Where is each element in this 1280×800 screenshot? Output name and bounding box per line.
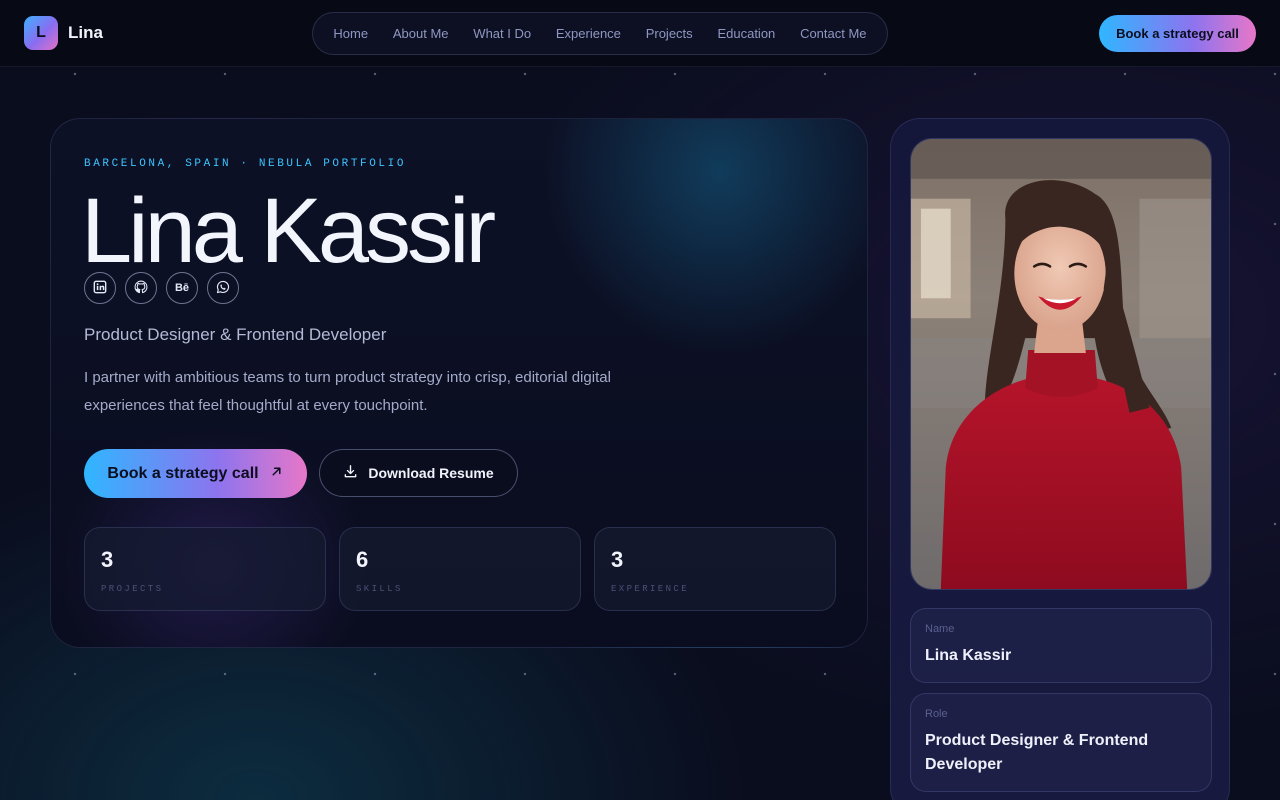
stat-card-skills: 6 SKILLS	[339, 527, 581, 611]
hero-name: Lina Kassir	[81, 180, 496, 282]
profile-role-value: Product Designer & Frontend Developer	[925, 732, 1149, 773]
stat-value: 3	[611, 547, 624, 572]
social-links: Bē	[84, 272, 239, 304]
book-strategy-call-button[interactable]: Book a strategy call	[84, 449, 307, 498]
profile-role-label: Role	[925, 708, 948, 720]
whatsapp-icon	[216, 280, 230, 297]
github-link[interactable]	[125, 272, 157, 304]
nav-link-education[interactable]: Education	[713, 20, 779, 47]
nav-link-what-i-do[interactable]: What I Do	[469, 20, 535, 47]
download-resume-label: Download Resume	[368, 465, 494, 481]
profile-name-card: Name Lina Kassir	[910, 608, 1212, 683]
whatsapp-link[interactable]	[207, 272, 239, 304]
linkedin-icon	[93, 280, 107, 297]
stat-value: 3	[101, 547, 114, 572]
behance-icon: Bē	[174, 282, 190, 294]
hero-role: Product Designer & Frontend Developer	[84, 325, 387, 344]
brand[interactable]: L Lina	[24, 16, 103, 50]
profile-name-label: Name	[925, 623, 955, 635]
hero-card: BARCELONA, SPAIN · NEBULA PORTFOLIO Lina…	[50, 118, 868, 648]
brand-logo: L	[24, 16, 58, 50]
arrow-up-right-icon	[269, 464, 284, 484]
hero-eyebrow: BARCELONA, SPAIN · NEBULA PORTFOLIO	[84, 158, 407, 170]
profile-photo	[910, 138, 1212, 590]
profile-role-card: Role Product Designer & Frontend Develop…	[910, 693, 1212, 792]
nav-links: Home About Me What I Do Experience Proje…	[312, 12, 888, 55]
book-strategy-call-label: Book a strategy call	[107, 464, 259, 482]
nav-link-about-me[interactable]: About Me	[389, 20, 453, 47]
profile-name-value: Lina Kassir	[925, 647, 1012, 664]
stat-label: SKILLS	[356, 584, 403, 594]
stat-card-projects: 3 PROJECTS	[84, 527, 326, 611]
nav-link-home[interactable]: Home	[329, 20, 372, 47]
nav-link-contact-me[interactable]: Contact Me	[796, 20, 870, 47]
stat-value: 6	[356, 547, 369, 572]
brand-name: Lina	[68, 23, 103, 42]
linkedin-link[interactable]	[84, 272, 116, 304]
top-navigation: L Lina Home About Me What I Do Experienc…	[0, 0, 1280, 67]
hero-bio: I partner with ambitious teams to turn p…	[84, 369, 611, 414]
behance-link[interactable]: Bē	[166, 272, 198, 304]
stats-row: 3 PROJECTS 6 SKILLS 3 EXPERIENCE	[84, 527, 836, 611]
profile-card: Name Lina Kassir Role Product Designer &…	[890, 118, 1230, 800]
nav-book-call-button[interactable]: Book a strategy call	[1099, 15, 1256, 52]
stat-card-experience: 3 EXPERIENCE	[594, 527, 836, 611]
stat-label: PROJECTS	[101, 584, 164, 594]
stat-label: EXPERIENCE	[611, 584, 690, 594]
download-resume-button[interactable]: Download Resume	[319, 449, 518, 497]
nav-link-experience[interactable]: Experience	[552, 20, 625, 47]
github-icon	[134, 280, 148, 297]
download-icon	[343, 464, 358, 482]
nav-link-projects[interactable]: Projects	[642, 20, 697, 47]
